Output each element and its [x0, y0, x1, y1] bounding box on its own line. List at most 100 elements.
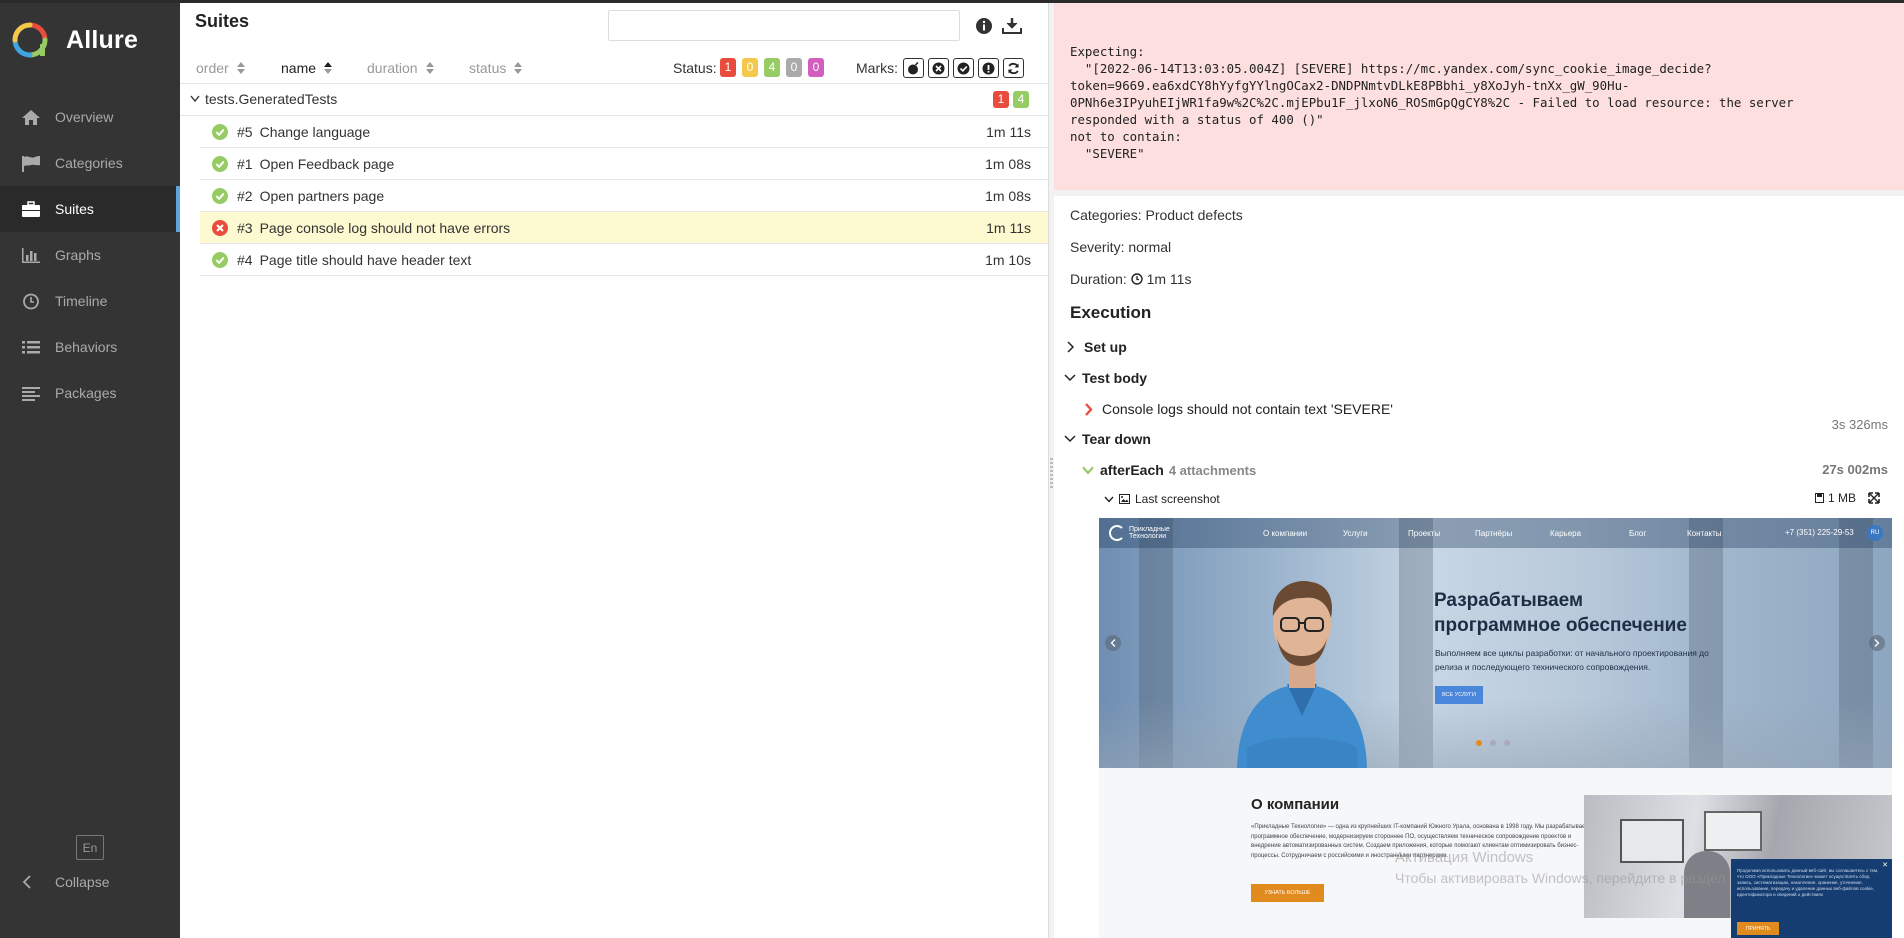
status-filter-failed[interactable]: 1: [720, 58, 736, 77]
exclamation-circle-icon: [982, 62, 995, 74]
briefcase-icon: [20, 200, 42, 218]
info-button[interactable]: [973, 15, 995, 37]
test-name: Page title should have header text: [259, 251, 472, 268]
info-icon: [976, 18, 992, 34]
site-nav-item: Проекты: [1408, 529, 1441, 538]
failed-status-icon: [212, 219, 228, 236]
test-row[interactable]: #2 Open partners page 1m 08s: [200, 180, 1048, 212]
sort-status[interactable]: status: [469, 60, 523, 76]
sort-arrows-icon: [236, 62, 245, 74]
categories-value[interactable]: Product defects: [1145, 207, 1242, 223]
sidebar-item-timeline[interactable]: Timeline: [0, 278, 180, 324]
file-icon: [1814, 493, 1824, 503]
chevron-down-passed-icon: [1082, 466, 1094, 475]
language-switch[interactable]: En: [76, 835, 104, 860]
attachments-count: 4 attachments: [1168, 462, 1257, 478]
close-icon: ✕: [1882, 862, 1888, 869]
sidebar-item-label: Timeline: [55, 293, 108, 309]
mark-new-passed-button[interactable]: [953, 58, 974, 78]
test-name: Open partners page: [259, 187, 385, 204]
hero-heading: Разрабатываем программное обеспечение: [1434, 590, 1687, 636]
status-filter-broken[interactable]: 0: [742, 58, 758, 77]
attachment-row[interactable]: Last screenshot: [1104, 490, 1890, 508]
download-button[interactable]: [1001, 15, 1023, 37]
sidebar-item-label: Graphs: [55, 247, 101, 263]
mark-retries-button[interactable]: [1003, 58, 1024, 78]
suite-group-row[interactable]: tests.GeneratedTests 1 4: [180, 85, 1048, 116]
site-nav-item: Карьера: [1550, 529, 1582, 538]
test-step-duration: 3s 326ms: [1831, 417, 1888, 432]
teardown-section[interactable]: Tear down: [1064, 431, 1151, 447]
download-icon: [1002, 18, 1022, 34]
passed-status-icon: [212, 123, 228, 140]
sort-arrows-icon: [514, 62, 523, 74]
sidebar-nav: Overview Categories Suites Graphs Timeli…: [0, 94, 180, 416]
site-nav-item: Блог: [1629, 529, 1647, 538]
brand[interactable]: Allure: [12, 22, 138, 58]
site-lang: RU: [1867, 525, 1883, 541]
error-message: Expecting: "[2022-06-14T13:03:05.004Z] […: [1070, 44, 1794, 161]
mark-flaky-button[interactable]: [903, 58, 924, 78]
status-filter-passed[interactable]: 4: [764, 58, 780, 77]
chevron-down-icon: [1064, 374, 1076, 382]
suites-pane: Suites order name duration status Status…: [180, 0, 1048, 938]
expand-icon[interactable]: [1868, 492, 1880, 504]
carousel-next-icon: [1869, 635, 1885, 651]
sort-name-label: name: [281, 60, 317, 76]
passed-status-icon: [212, 155, 228, 172]
refresh-icon: [1008, 62, 1019, 74]
status-filter-skipped[interactable]: 0: [786, 58, 802, 77]
sidebar-item-behaviors[interactable]: Behaviors: [0, 324, 180, 370]
test-row[interactable]: #1 Open Feedback page 1m 08s: [200, 148, 1048, 180]
check-circle-icon: [957, 62, 970, 74]
cookie-accept-button: ПРИНЯТЬ: [1737, 922, 1779, 935]
collapse-button[interactable]: Collapse: [22, 874, 109, 890]
site-phone: +7 (351) 225-29-53: [1785, 528, 1854, 537]
search-input[interactable]: [608, 10, 960, 41]
site-logo: Прикладные Технологии: [1109, 525, 1170, 541]
after-each-step[interactable]: afterEach 4 attachments: [1082, 462, 1256, 478]
hero-banner: [1099, 518, 1892, 768]
splitter-grip[interactable]: [1050, 458, 1053, 488]
attachment-size: 1 MB: [1814, 491, 1880, 505]
site-logo-icon: [1109, 525, 1125, 541]
sidebar-item-suites[interactable]: Suites: [0, 186, 180, 232]
test-body-section[interactable]: Test body: [1064, 370, 1147, 386]
sidebar-item-categories[interactable]: Categories: [0, 140, 180, 186]
image-icon: [1119, 494, 1130, 504]
duration-label: Duration:: [1070, 271, 1127, 287]
clock-icon: [1131, 273, 1143, 285]
hero-subtitle: Выполняем все циклы разработки: от начал…: [1435, 648, 1709, 672]
site-nav-item: Партнёры: [1475, 529, 1513, 538]
sort-order-label: order: [196, 60, 229, 76]
cookie-banner: ✕ Продолжая использовать данный веб-сайт…: [1731, 859, 1892, 938]
carousel-prev-icon: [1105, 635, 1121, 651]
test-duration: 1m 11s: [986, 124, 1031, 140]
test-row[interactable]: #4 Page title should have header text 1m…: [200, 244, 1048, 276]
test-name: Page console log should not have errors: [259, 219, 511, 236]
test-details-pane: Expecting: "[2022-06-14T13:03:05.004Z] […: [1054, 0, 1904, 938]
sort-duration[interactable]: duration: [367, 60, 434, 76]
status-filter-unknown[interactable]: 0: [808, 58, 824, 77]
after-each-label: afterEach: [1100, 462, 1164, 478]
setup-section[interactable]: Set up: [1066, 339, 1127, 355]
setup-label: Set up: [1084, 339, 1127, 355]
sidebar-item-label: Suites: [55, 201, 94, 217]
sidebar-item-packages[interactable]: Packages: [0, 370, 180, 416]
sort-order[interactable]: order: [196, 60, 245, 76]
sidebar-item-graphs[interactable]: Graphs: [0, 232, 180, 278]
mark-new-failed-button[interactable]: [928, 58, 949, 78]
test-row[interactable]: #5 Change language 1m 11s: [200, 116, 1048, 148]
mark-new-broken-button[interactable]: [978, 58, 999, 78]
sort-name[interactable]: name: [281, 60, 333, 76]
duration-value: 1m 11s: [1146, 271, 1192, 287]
divider: [1054, 190, 1904, 196]
after-each-duration: 27s 002ms: [1822, 462, 1888, 477]
sidebar-item-label: Behaviors: [55, 339, 118, 355]
test-name: Change language: [259, 123, 371, 140]
sidebar-item-overview[interactable]: Overview: [0, 94, 180, 140]
test-duration: 1m 10s: [985, 252, 1031, 268]
group-passed-count: 4: [1013, 91, 1029, 108]
test-row-selected[interactable]: #3 Page console log should not have erro…: [200, 212, 1048, 244]
test-step[interactable]: Console logs should not contain text 'SE…: [1084, 401, 1393, 417]
